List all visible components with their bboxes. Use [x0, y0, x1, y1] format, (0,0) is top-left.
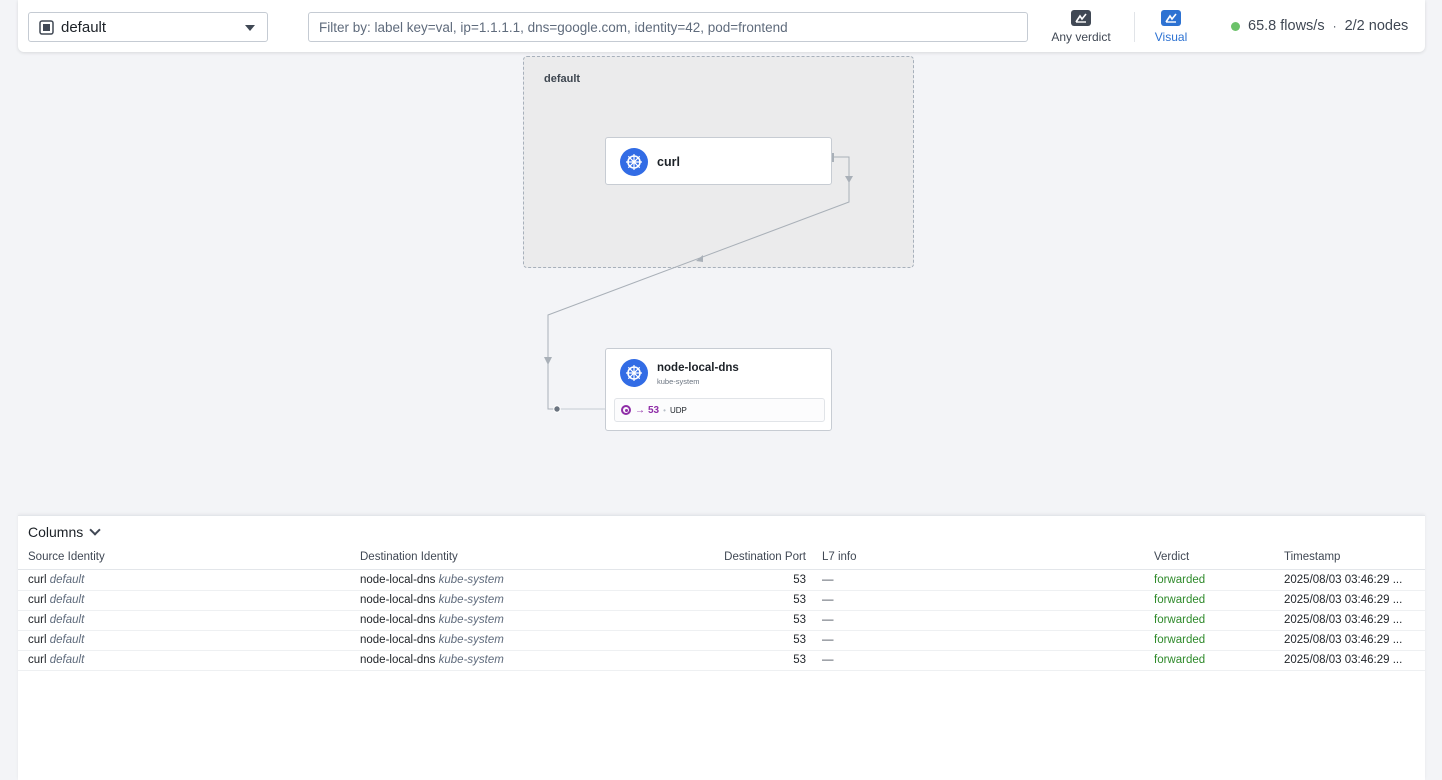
destination-namespace: kube-system [438, 654, 504, 666]
port-separator: • [663, 405, 666, 415]
caret-down-icon [245, 25, 255, 31]
chevron-down-icon [89, 523, 101, 536]
l7-info: — [822, 614, 834, 626]
source-namespace: default [49, 594, 85, 606]
namespace-icon [39, 19, 54, 35]
source-name: curl [28, 654, 47, 666]
verdict: forwarded [1154, 614, 1206, 626]
destination-namespace: kube-system [438, 594, 504, 606]
l7-info: — [822, 654, 834, 666]
verdict: forwarded [1154, 654, 1206, 666]
visual-icon [1161, 10, 1181, 26]
kubernetes-icon [620, 359, 648, 387]
l7-info: — [822, 634, 834, 646]
verdict: forwarded [1154, 574, 1206, 586]
connection-status: 65.8 flows/s · 2/2 nodes [1231, 18, 1408, 34]
destination-namespace: kube-system [438, 634, 504, 646]
service-card-title: node-local-dns [657, 362, 739, 374]
status-separator: · [1332, 19, 1337, 33]
service-card-title: curl [657, 155, 680, 169]
service-card-curl[interactable]: curl [605, 137, 832, 185]
l7-info: — [822, 574, 834, 586]
table-row[interactable]: curl default node-local-dns kube-system 53… [18, 631, 1425, 651]
destination-namespace: kube-system [438, 574, 504, 586]
port-protocol: UDP [669, 405, 687, 415]
port-row[interactable]: → 53 • UDP [614, 398, 825, 422]
flows-rate: 65.8 flows/s [1248, 18, 1325, 34]
header-destination-identity[interactable]: Destination Identity [360, 551, 458, 563]
source-identity: curl default [28, 634, 84, 646]
nodes-count: 2/2 nodes [1344, 18, 1409, 34]
table-row[interactable]: curl default node-local-dns kube-system 53… [18, 591, 1425, 611]
arrow-right-icon: → [635, 404, 645, 416]
l7-info: — [822, 594, 834, 606]
source-name: curl [28, 594, 47, 606]
source-identity: curl default [28, 654, 84, 666]
table-row[interactable]: curl default node-local-dns kube-system 53… [18, 651, 1425, 671]
destination-port: 53 [793, 654, 806, 666]
destination-identity: node-local-dns kube-system [360, 594, 504, 606]
namespace-select[interactable]: default [28, 12, 268, 42]
source-namespace: default [49, 574, 85, 586]
top-toolbar: default Any verdict Visual 65.8 flows/s … [18, 0, 1425, 52]
visual-label: Visual [1154, 30, 1188, 44]
timestamp: 2025/08/03 03:46:29 ... [1284, 614, 1403, 626]
table-row[interactable]: curl default node-local-dns kube-system 53… [18, 571, 1425, 591]
source-identity: curl default [28, 574, 84, 586]
destination-identity: node-local-dns kube-system [360, 634, 504, 646]
destination-name: node-local-dns [360, 654, 436, 666]
destination-identity: node-local-dns kube-system [360, 574, 504, 586]
namespace-box-label: default [544, 73, 581, 85]
source-namespace: default [49, 654, 85, 666]
destination-port: 53 [793, 634, 806, 646]
timestamp: 2025/08/03 03:46:29 ... [1284, 574, 1403, 586]
destination-port: 53 [793, 614, 806, 626]
columns-label: Columns [28, 524, 84, 540]
verdict-filter-label: Any verdict [1051, 30, 1111, 44]
port-icon [621, 405, 631, 415]
service-card-node-local-dns[interactable]: node-local-dns kube-system → 53 • UDP [605, 348, 832, 431]
header-l7-info[interactable]: L7 info [822, 551, 857, 563]
header-destination-port[interactable]: Destination Port [718, 551, 806, 563]
destination-identity: node-local-dns kube-system [360, 614, 504, 626]
timestamp: 2025/08/03 03:46:29 ... [1284, 654, 1403, 666]
visual-button[interactable]: Visual [1151, 10, 1191, 46]
flows-panel: Columns Source Identity Destination Iden… [18, 515, 1425, 780]
timestamp: 2025/08/03 03:46:29 ... [1284, 634, 1403, 646]
timestamp: 2025/08/03 03:46:29 ... [1284, 594, 1403, 606]
filter-input[interactable] [308, 12, 1028, 42]
verdict: forwarded [1154, 594, 1206, 606]
destination-namespace: kube-system [438, 614, 504, 626]
source-name: curl [28, 614, 47, 626]
destination-name: node-local-dns [360, 634, 436, 646]
service-card-namespace: kube-system [657, 377, 700, 386]
toolbar-divider [1134, 12, 1135, 42]
destination-port: 53 [793, 594, 806, 606]
destination-identity: node-local-dns kube-system [360, 654, 504, 666]
source-identity: curl default [28, 594, 84, 606]
header-source-identity[interactable]: Source Identity [28, 551, 105, 563]
destination-name: node-local-dns [360, 614, 436, 626]
source-name: curl [28, 574, 47, 586]
header-verdict[interactable]: Verdict [1154, 551, 1189, 563]
port-number: 53 [648, 404, 660, 416]
source-namespace: default [49, 634, 85, 646]
table-row[interactable]: curl default node-local-dns kube-system 53… [18, 611, 1425, 631]
destination-name: node-local-dns [360, 594, 436, 606]
source-name: curl [28, 634, 47, 646]
verdict-icon [1071, 10, 1091, 26]
columns-button[interactable]: Columns [28, 523, 101, 540]
kubernetes-icon [620, 148, 648, 176]
status-dot [1231, 21, 1240, 31]
verdict: forwarded [1154, 634, 1206, 646]
namespace-select-value: default [61, 18, 107, 36]
table-header: Source Identity Destination Identity Des… [18, 548, 1425, 570]
service-map[interactable]: default curl node-local-dns kube-system … [0, 52, 1442, 512]
source-namespace: default [49, 614, 85, 626]
destination-name: node-local-dns [360, 574, 436, 586]
verdict-filter-button[interactable]: Any verdict [1048, 10, 1114, 46]
header-timestamp[interactable]: Timestamp [1284, 551, 1340, 563]
source-identity: curl default [28, 614, 84, 626]
destination-port: 53 [793, 574, 806, 586]
